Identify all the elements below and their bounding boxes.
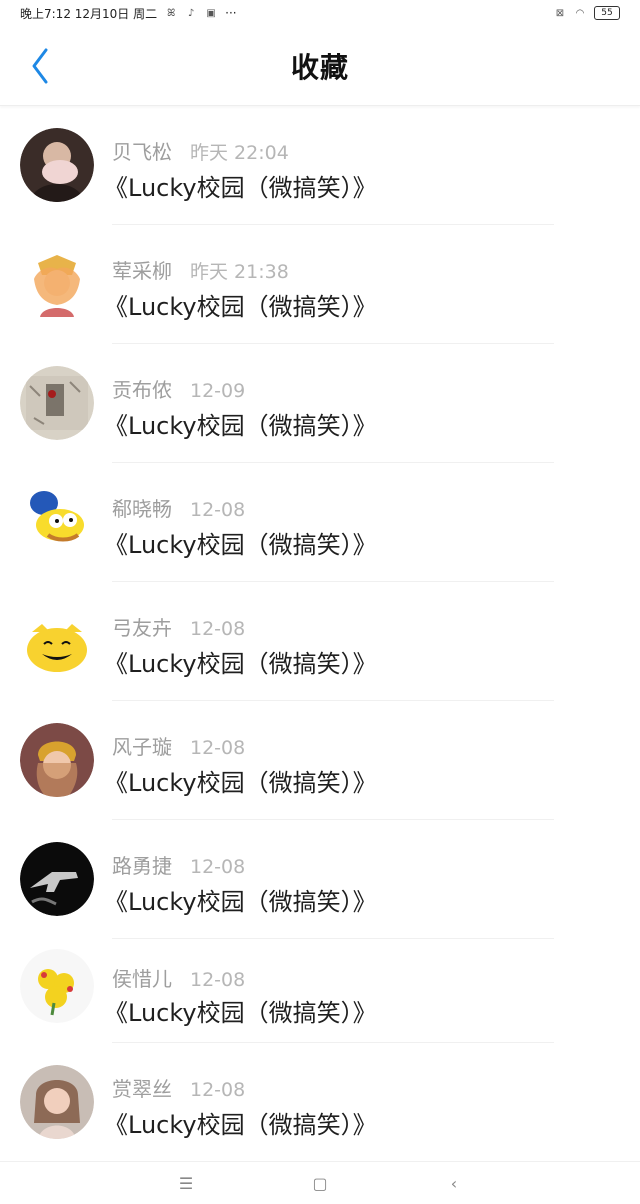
avatar-image [20, 842, 94, 916]
status-right: ⊠ ◠ 55 [554, 6, 620, 20]
avatar-image [20, 366, 94, 440]
item-meta: 贡布侬 12-09 [112, 374, 245, 403]
back-button[interactable] [20, 44, 60, 88]
item-meta: 赏翠丝 12-08 [112, 1073, 245, 1102]
item-title: 《Lucky校园（微搞笑）》 [104, 888, 377, 916]
item-title: 《Lucky校园（微搞笑）》 [104, 769, 377, 797]
back-triangle-icon[interactable]: ‹ [442, 1171, 466, 1195]
avatar [20, 128, 94, 202]
avatar [20, 842, 94, 916]
page-title: 收藏 [290, 50, 349, 84]
list-item[interactable]: 荤采柳 昨天 21:38 《Lucky校园（微搞笑）》 [0, 225, 640, 344]
mute-icon: ⊠ [555, 7, 565, 19]
list-item[interactable]: 侯惜儿 12-08 《Lucky校园（微搞笑）》 [0, 939, 640, 1043]
avatar-image [20, 723, 94, 797]
avatar-image [20, 949, 94, 1023]
avatar-image [20, 604, 94, 678]
avatar-image [20, 485, 94, 559]
item-meta: 侯惜儿 12-08 [112, 963, 245, 992]
wifi-icon: ◠ [575, 7, 585, 19]
item-meta: 贝飞松 昨天 22:04 [112, 136, 289, 165]
item-meta: 路勇捷 12-08 [112, 850, 245, 879]
menu-icon[interactable]: ☰ [174, 1171, 198, 1195]
favorites-list: 贝飞松 昨天 22:04 《Lucky校园（微搞笑）》 荤采柳 昨天 21:38… [0, 106, 640, 1162]
avatar-image [20, 247, 94, 321]
item-meta: 荤采柳 昨天 21:38 [112, 255, 289, 284]
header: 收藏 [0, 26, 640, 106]
avatar [20, 485, 94, 559]
item-time: 12-08 [190, 1079, 246, 1101]
item-meta: 风子璇 12-08 [112, 731, 245, 760]
list-item[interactable]: 风子璇 12-08 《Lucky校园（微搞笑）》 [0, 701, 640, 820]
item-time: 昨天 22:04 [190, 142, 289, 164]
author-name: 赏翠丝 [112, 1077, 172, 1101]
home-icon[interactable]: ▢ [308, 1171, 332, 1195]
author-name: 弓友卉 [112, 616, 172, 640]
item-meta: 郗晓畅 12-08 [112, 493, 245, 522]
list-item[interactable]: 郗晓畅 12-08 《Lucky校园（微搞笑）》 [0, 463, 640, 582]
author-name: 风子璇 [112, 735, 172, 759]
list-item[interactable]: 弓友卉 12-08 《Lucky校园（微搞笑）》 [0, 582, 640, 701]
author-name: 贡布侬 [112, 378, 172, 402]
item-time: 12-08 [190, 969, 246, 991]
wechat-icon: ꕤ [166, 7, 176, 19]
avatar-image [20, 128, 94, 202]
author-name: 侯惜儿 [112, 967, 172, 991]
avatar [20, 604, 94, 678]
status-left: 晚上7:12 12月10日 周二 ꕤ ♪ ▣ ··· [20, 5, 237, 22]
item-time: 12-08 [190, 618, 246, 640]
avatar [20, 366, 94, 440]
status-time-date: 晚上7:12 12月10日 周二 [20, 6, 158, 21]
author-name: 路勇捷 [112, 854, 172, 878]
status-bar: 晚上7:12 12月10日 周二 ꕤ ♪ ▣ ··· ⊠ ◠ 55 [0, 0, 640, 26]
battery-icon: 55 [594, 6, 620, 20]
item-title: 《Lucky校园（微搞笑）》 [104, 999, 377, 1027]
image-app-icon: ▣ [206, 7, 216, 19]
list-item[interactable]: 赏翠丝 12-08 《Lucky校园（微搞笑）》 [0, 1043, 640, 1162]
author-name: 贝飞松 [112, 140, 172, 164]
avatar [20, 247, 94, 321]
tiktok-icon: ♪ [187, 7, 195, 19]
author-name: 荤采柳 [112, 259, 172, 283]
chevron-left-icon [32, 48, 48, 84]
item-time: 12-09 [190, 380, 246, 402]
item-title: 《Lucky校园（微搞笑）》 [104, 412, 377, 440]
item-time: 昨天 21:38 [190, 261, 289, 283]
avatar [20, 949, 94, 1023]
item-title: 《Lucky校园（微搞笑）》 [104, 174, 377, 202]
list-item[interactable]: 贡布侬 12-09 《Lucky校园（微搞笑）》 [0, 344, 640, 463]
item-title: 《Lucky校园（微搞笑）》 [104, 531, 377, 559]
avatar-image [20, 1065, 94, 1139]
item-time: 12-08 [190, 856, 246, 878]
item-time: 12-08 [190, 499, 246, 521]
list-item[interactable]: 贝飞松 昨天 22:04 《Lucky校园（微搞笑）》 [0, 106, 640, 225]
item-title: 《Lucky校园（微搞笑）》 [104, 650, 377, 678]
item-meta: 弓友卉 12-08 [112, 612, 245, 641]
item-title: 《Lucky校园（微搞笑）》 [104, 293, 377, 321]
system-navigation-bar: ☰ ▢ ‹ [0, 1161, 640, 1204]
avatar [20, 723, 94, 797]
list-item[interactable]: 路勇捷 12-08 《Lucky校园（微搞笑）》 [0, 820, 640, 939]
more-dots-icon: ··· [225, 6, 237, 20]
avatar [20, 1065, 94, 1139]
item-title: 《Lucky校园（微搞笑）》 [104, 1111, 377, 1139]
author-name: 郗晓畅 [112, 497, 172, 521]
item-time: 12-08 [190, 737, 246, 759]
